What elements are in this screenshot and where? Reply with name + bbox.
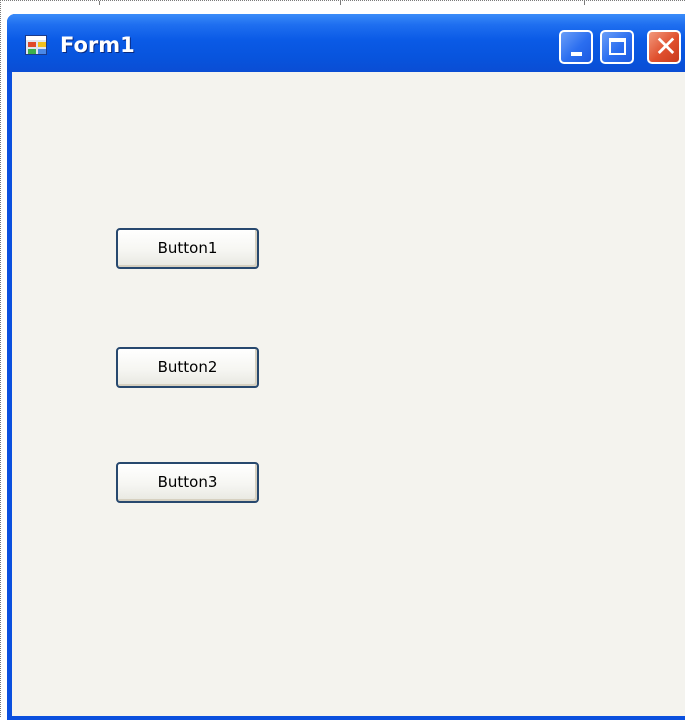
- form-client-area: Button1 Button2 Button3: [12, 72, 685, 716]
- close-icon: ✕: [654, 30, 678, 63]
- minimize-icon: [571, 52, 582, 56]
- maximize-icon: [609, 38, 626, 55]
- close-button[interactable]: ✕: [647, 30, 681, 64]
- maximize-button[interactable]: [600, 30, 634, 64]
- designer-selection-left: [0, 0, 5, 717]
- window-title: Form1: [60, 33, 135, 57]
- title-bar[interactable]: Form1 ✕: [7, 14, 685, 72]
- designer-selection-top: [0, 0, 685, 5]
- selection-tick: [340, 1, 341, 5]
- form-window: Form1 ✕ Button1 Button2 Button3: [7, 14, 685, 720]
- button2[interactable]: Button2: [116, 347, 259, 388]
- minimize-button[interactable]: [559, 30, 593, 64]
- selection-tick: [99, 1, 100, 5]
- app-icon[interactable]: [25, 35, 47, 55]
- selection-tick: [584, 1, 585, 5]
- button1[interactable]: Button1: [116, 228, 259, 269]
- button3[interactable]: Button3: [116, 462, 259, 503]
